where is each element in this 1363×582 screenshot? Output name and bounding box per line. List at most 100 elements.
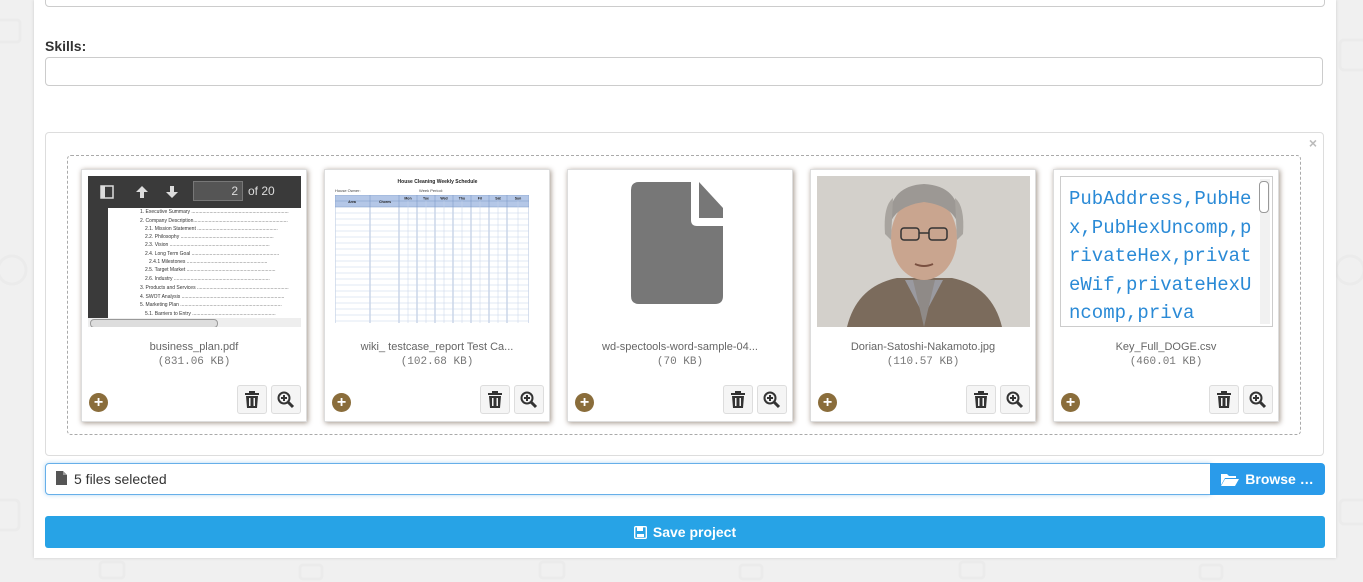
save-label: Save project	[652, 524, 737, 540]
trash-icon	[1217, 390, 1231, 408]
csv-scroll-thumb[interactable]	[1259, 181, 1269, 213]
csv-content: PubAddress,PubHex,PubHexUncomp,privateHe…	[1069, 188, 1252, 324]
toc-line: 2.6. Industry ..........................…	[145, 276, 270, 282]
file-caption-text: 5 files selected	[74, 471, 167, 487]
file-size: (460.01 KB)	[1129, 356, 1203, 368]
add-icon[interactable]: +	[818, 393, 837, 412]
file-size: (70 KB)	[656, 356, 704, 368]
delete-button[interactable]	[480, 385, 510, 414]
file-size: (110.57 KB)	[886, 356, 960, 368]
pdf-scrollbar[interactable]	[88, 318, 301, 327]
browse-label: Browse …	[1245, 471, 1314, 487]
add-icon[interactable]: +	[89, 393, 108, 412]
toc-line: 2.4. Long Term Goal ....................…	[145, 251, 280, 257]
sheet-owner-label: House Owner:	[335, 188, 361, 193]
trash-icon	[488, 390, 502, 408]
add-icon[interactable]: +	[1061, 393, 1080, 412]
sheet-header: Sat	[495, 197, 501, 201]
floppy-disk-icon	[633, 525, 647, 539]
toc-line: 5. Marketing Plan ......................…	[140, 302, 282, 308]
pdf-sidebar	[88, 208, 108, 327]
previous-textarea[interactable]	[45, 0, 1325, 7]
zoom-button[interactable]	[757, 385, 787, 414]
sheet-header: Area	[348, 200, 356, 204]
file-name: business_plan.pdf	[149, 341, 239, 353]
zoom-in-icon	[520, 391, 538, 408]
folder-open-icon	[1221, 473, 1240, 486]
trash-icon	[245, 390, 259, 408]
add-icon[interactable]: +	[575, 393, 594, 412]
toc-line: 4. SWOT Analysis .......................…	[140, 294, 285, 300]
schedule-grid: Area Chores Mon Tue Wed Thu Fri Sat Sun	[335, 195, 529, 323]
save-project-button[interactable]: Save project	[45, 516, 1325, 548]
sheet-period-label: Week Period:	[419, 188, 443, 193]
file-preview-frame: PubAddress,PubHex,PubHexUncomp,privateHe…	[1053, 169, 1279, 422]
pdf-preview: 2 of 20 1. Executive Summary ...........…	[88, 176, 301, 327]
image-preview	[817, 176, 1030, 327]
toc-line: 5.1. Barriers to Entry .................…	[145, 311, 276, 317]
delete-button[interactable]	[723, 385, 753, 414]
generic-file-preview	[574, 176, 787, 327]
skills-label: Skills:	[45, 38, 87, 54]
file-preview-frame: 2 of 20 1. Executive Summary ...........…	[81, 169, 307, 422]
toc-line: 2.3. Vision ............................…	[145, 242, 270, 248]
zoom-button[interactable]	[1000, 385, 1030, 414]
zoom-button[interactable]	[514, 385, 544, 414]
file-preview-frame: wd-spectools-word-sample-04... (70 KB) +	[567, 169, 793, 422]
pdf-page-number-input[interactable]: 2	[193, 181, 243, 201]
file-name: wiki_ testcase_report Test Ca...	[360, 341, 514, 353]
toc-line: 2.2. Philosophy ........................…	[145, 234, 274, 240]
pdf-page: 1. Executive Summary ...................…	[88, 208, 301, 327]
csv-text-box[interactable]: PubAddress,PubHex,PubHexUncomp,privateHe…	[1060, 176, 1273, 327]
pdf-page-count: of 20	[248, 184, 275, 198]
delete-button[interactable]	[1209, 385, 1239, 414]
page-down-icon[interactable]	[164, 184, 180, 200]
toc-line: 2.4.1 Milestones .......................…	[149, 259, 268, 265]
skills-input[interactable]	[45, 57, 1323, 86]
trash-icon	[974, 390, 988, 408]
file-name: Dorian-Satoshi-Nakamoto.jpg	[850, 341, 996, 353]
portrait-photo	[817, 176, 1030, 327]
toc-line: 2.5. Target Market .....................…	[145, 267, 276, 273]
file-drop-zone[interactable]: 2 of 20 1. Executive Summary ...........…	[67, 155, 1301, 435]
text-preview: PubAddress,PubHex,PubHexUncomp,privateHe…	[1060, 176, 1273, 327]
sheet-header: Mon	[404, 197, 411, 201]
file-icon	[631, 182, 723, 304]
pdf-toolbar: 2 of 20	[88, 176, 301, 208]
zoom-in-icon	[277, 391, 295, 408]
file-name: wd-spectools-word-sample-04...	[602, 341, 758, 353]
sheet-header: Wed	[440, 197, 447, 201]
zoom-in-icon	[1006, 391, 1024, 408]
sheet-header: Sun	[515, 197, 522, 201]
toc-line: 1. Executive Summary ...................…	[140, 209, 289, 215]
file-caption-field[interactable]: 5 files selected	[45, 463, 1211, 495]
zoom-in-icon	[1249, 391, 1267, 408]
sheet-header: Chores	[379, 200, 391, 204]
sheet-header: Fri	[478, 197, 483, 201]
sheet-header: Tue	[423, 197, 429, 201]
file-preview-panel: × 2 of 20 1. Executive Summary .........…	[45, 132, 1324, 456]
file-preview-frame: Dorian-Satoshi-Nakamoto.jpg (110.57 KB) …	[810, 169, 1036, 422]
toc-line: 2.1. Mission Statement .................…	[145, 226, 278, 232]
file-size: (831.06 KB)	[157, 356, 231, 368]
spreadsheet-preview: House Cleaning Weekly Schedule House Own…	[331, 176, 544, 327]
file-size: (102.68 KB)	[400, 356, 474, 368]
browse-button[interactable]: Browse …	[1210, 463, 1325, 495]
zoom-button[interactable]	[1243, 385, 1273, 414]
sheet-header: Thu	[459, 197, 465, 201]
zoom-button[interactable]	[271, 385, 301, 414]
sidebar-toggle-icon[interactable]	[100, 185, 114, 199]
file-name: Key_Full_DOGE.csv	[1115, 341, 1217, 353]
file-preview-frame: House Cleaning Weekly Schedule House Own…	[324, 169, 550, 422]
delete-button[interactable]	[237, 385, 267, 414]
toc-line: 2. Company Description..................…	[140, 218, 288, 224]
trash-icon	[731, 390, 745, 408]
add-icon[interactable]: +	[332, 393, 351, 412]
preview-close-button[interactable]: ×	[1309, 135, 1317, 151]
sheet-title: House Cleaning Weekly Schedule	[397, 179, 478, 185]
page-up-icon[interactable]	[134, 184, 150, 200]
delete-button[interactable]	[966, 385, 996, 414]
zoom-in-icon	[763, 391, 781, 408]
file-icon	[56, 471, 67, 485]
toc-line: 3. Products and Services ...............…	[140, 285, 289, 291]
